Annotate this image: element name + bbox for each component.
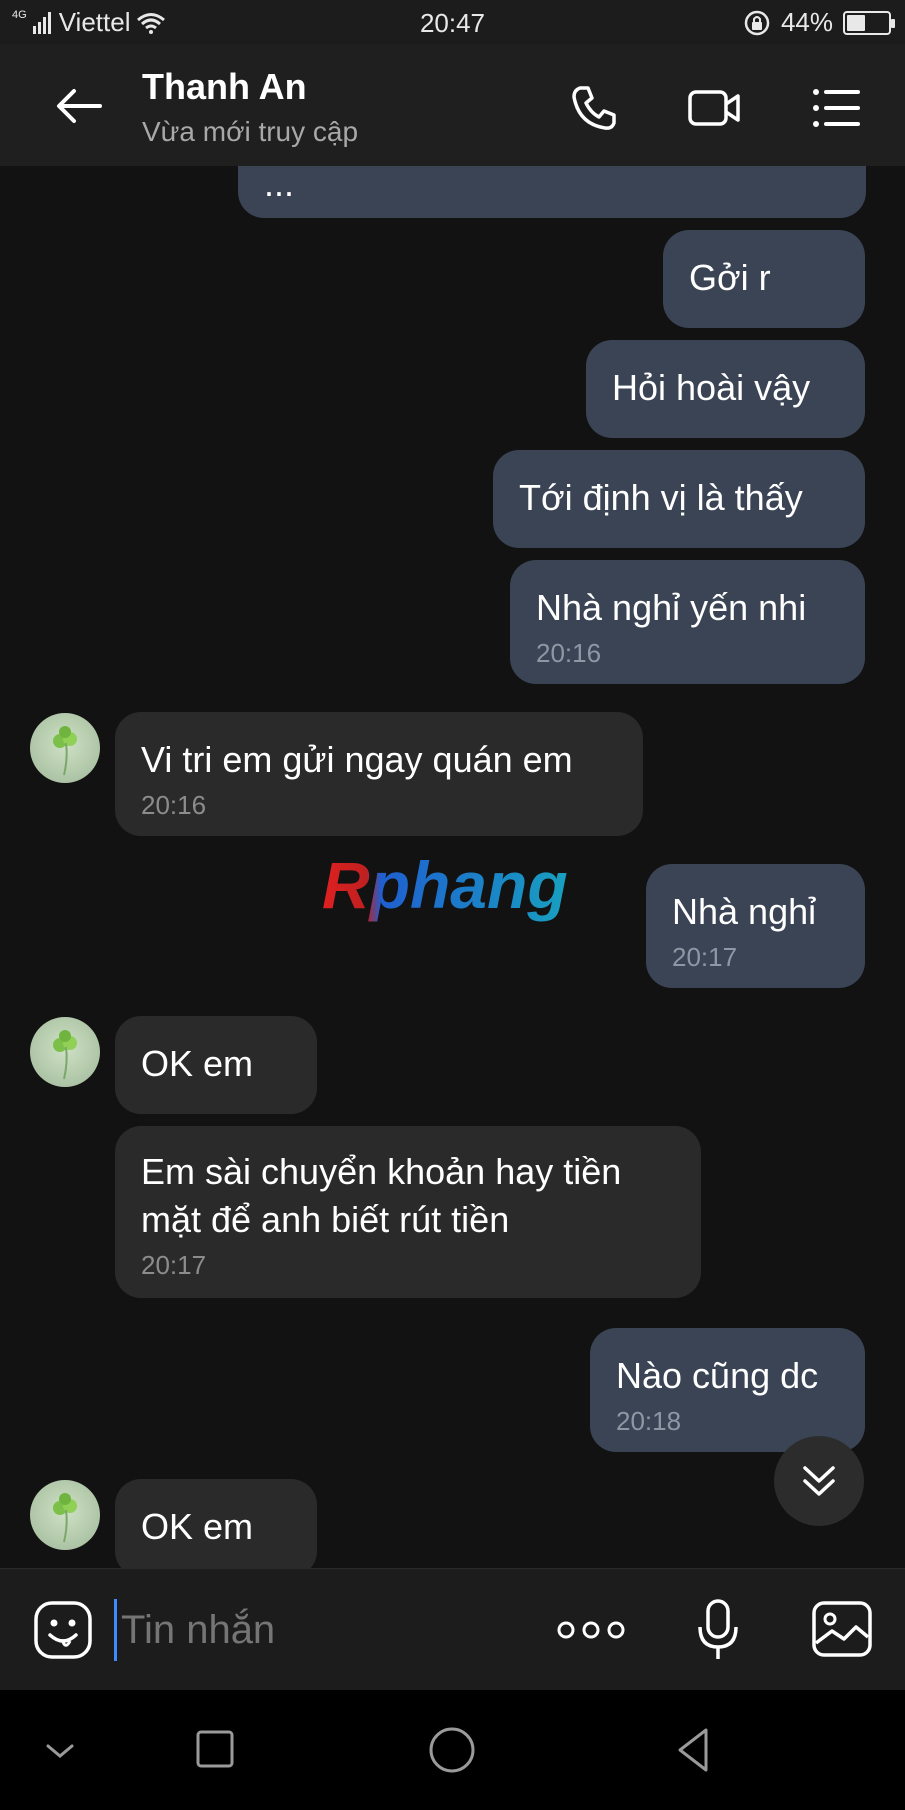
message-input[interactable] (114, 1599, 534, 1661)
message-bubble-outgoing[interactable]: Tới định vị là thấy (493, 450, 865, 548)
message-composer (0, 1568, 905, 1690)
home-circle-icon[interactable] (422, 1720, 482, 1780)
message-bubble-outgoing[interactable]: Nhà nghỉ 20:17 (646, 864, 865, 988)
back-triangle-icon[interactable] (664, 1720, 724, 1780)
message-text: OK em (141, 1506, 254, 1547)
system-nav-bar (0, 1690, 905, 1810)
message-text: Nhà nghỉ yến nhi (536, 587, 807, 628)
message-text: Hỏi hoài vậy (612, 367, 811, 408)
message-time: 20:17 (672, 942, 738, 972)
watermark-logo: Rphang (322, 848, 568, 922)
status-right: 44% (743, 7, 895, 38)
contact-name[interactable]: Thanh An (142, 66, 307, 108)
menu-list-icon[interactable] (808, 80, 864, 136)
message-bubble-incoming[interactable]: OK em (115, 1479, 317, 1568)
message-text: Tới định vị là thấy (519, 477, 803, 518)
video-call-icon[interactable] (686, 80, 742, 136)
watermark-text: Rphang (322, 848, 568, 922)
contact-avatar[interactable] (30, 1480, 100, 1550)
presence-status: Vừa mới truy cập (142, 116, 359, 147)
clover-icon (53, 1030, 77, 1080)
message-text: Gởi r (689, 257, 771, 298)
phone-icon[interactable] (566, 80, 622, 136)
message-time: 20:16 (141, 790, 207, 820)
message-text: Nhà nghỉ (672, 891, 817, 932)
clover-icon (53, 726, 77, 776)
chat-screen: 4G Viettel 20:47 44% Thanh An Vừa mới tr… (0, 0, 905, 1810)
message-bubble-outgoing[interactable]: Nào cũng dc 20:18 (590, 1328, 865, 1452)
more-dots-icon[interactable] (556, 1613, 626, 1647)
recents-square-icon[interactable] (184, 1720, 244, 1780)
message-bubble-incoming[interactable]: Em sài chuyển khoản hay tiền mặt để anh … (115, 1126, 701, 1298)
double-chevron-down-icon (803, 1466, 835, 1496)
battery-percent: 44% (780, 7, 833, 37)
image-icon[interactable] (810, 1599, 874, 1659)
message-bubble-outgoing[interactable]: ... (238, 166, 866, 218)
rotation-lock-icon (744, 10, 770, 35)
battery-icon (843, 10, 895, 35)
contact-avatar[interactable] (30, 1017, 100, 1087)
message-bubble-incoming[interactable]: Vi tri em gửi ngay quán em 20:16 (115, 712, 643, 836)
back-arrow-icon[interactable] (50, 76, 110, 136)
message-time: 20:17 (141, 1250, 207, 1280)
collapse-chevron-icon[interactable] (30, 1720, 90, 1780)
status-bar: 4G Viettel 20:47 44% (0, 0, 905, 44)
message-bubble-outgoing[interactable]: Gởi r (663, 230, 865, 328)
battery-fill (847, 14, 865, 31)
message-time: 20:16 (536, 638, 602, 668)
emoji-icon[interactable] (32, 1599, 94, 1661)
message-text: ... (264, 166, 295, 204)
message-text: OK em (141, 1043, 254, 1084)
contact-avatar[interactable] (30, 713, 100, 783)
message-bubble-incoming[interactable]: OK em (115, 1016, 317, 1114)
message-bubble-outgoing[interactable]: Hỏi hoài vậy (586, 340, 865, 438)
chat-header: Thanh An Vừa mới truy cập (0, 44, 905, 166)
message-bubble-outgoing[interactable]: Nhà nghỉ yến nhi 20:16 (510, 560, 865, 684)
message-text: Vi tri em gửi ngay quán em (141, 739, 573, 780)
message-text: Nào cũng dc (616, 1355, 819, 1396)
scroll-to-bottom-button[interactable] (774, 1436, 864, 1526)
message-list[interactable]: ... Gởi r Hỏi hoài vậy Tới định vị là th… (0, 166, 905, 1568)
message-text: Em sài chuyển khoản hay tiền mặt để anh … (141, 1151, 622, 1240)
clover-icon (53, 1493, 77, 1543)
message-time: 20:18 (616, 1406, 682, 1436)
microphone-icon[interactable] (694, 1597, 742, 1663)
